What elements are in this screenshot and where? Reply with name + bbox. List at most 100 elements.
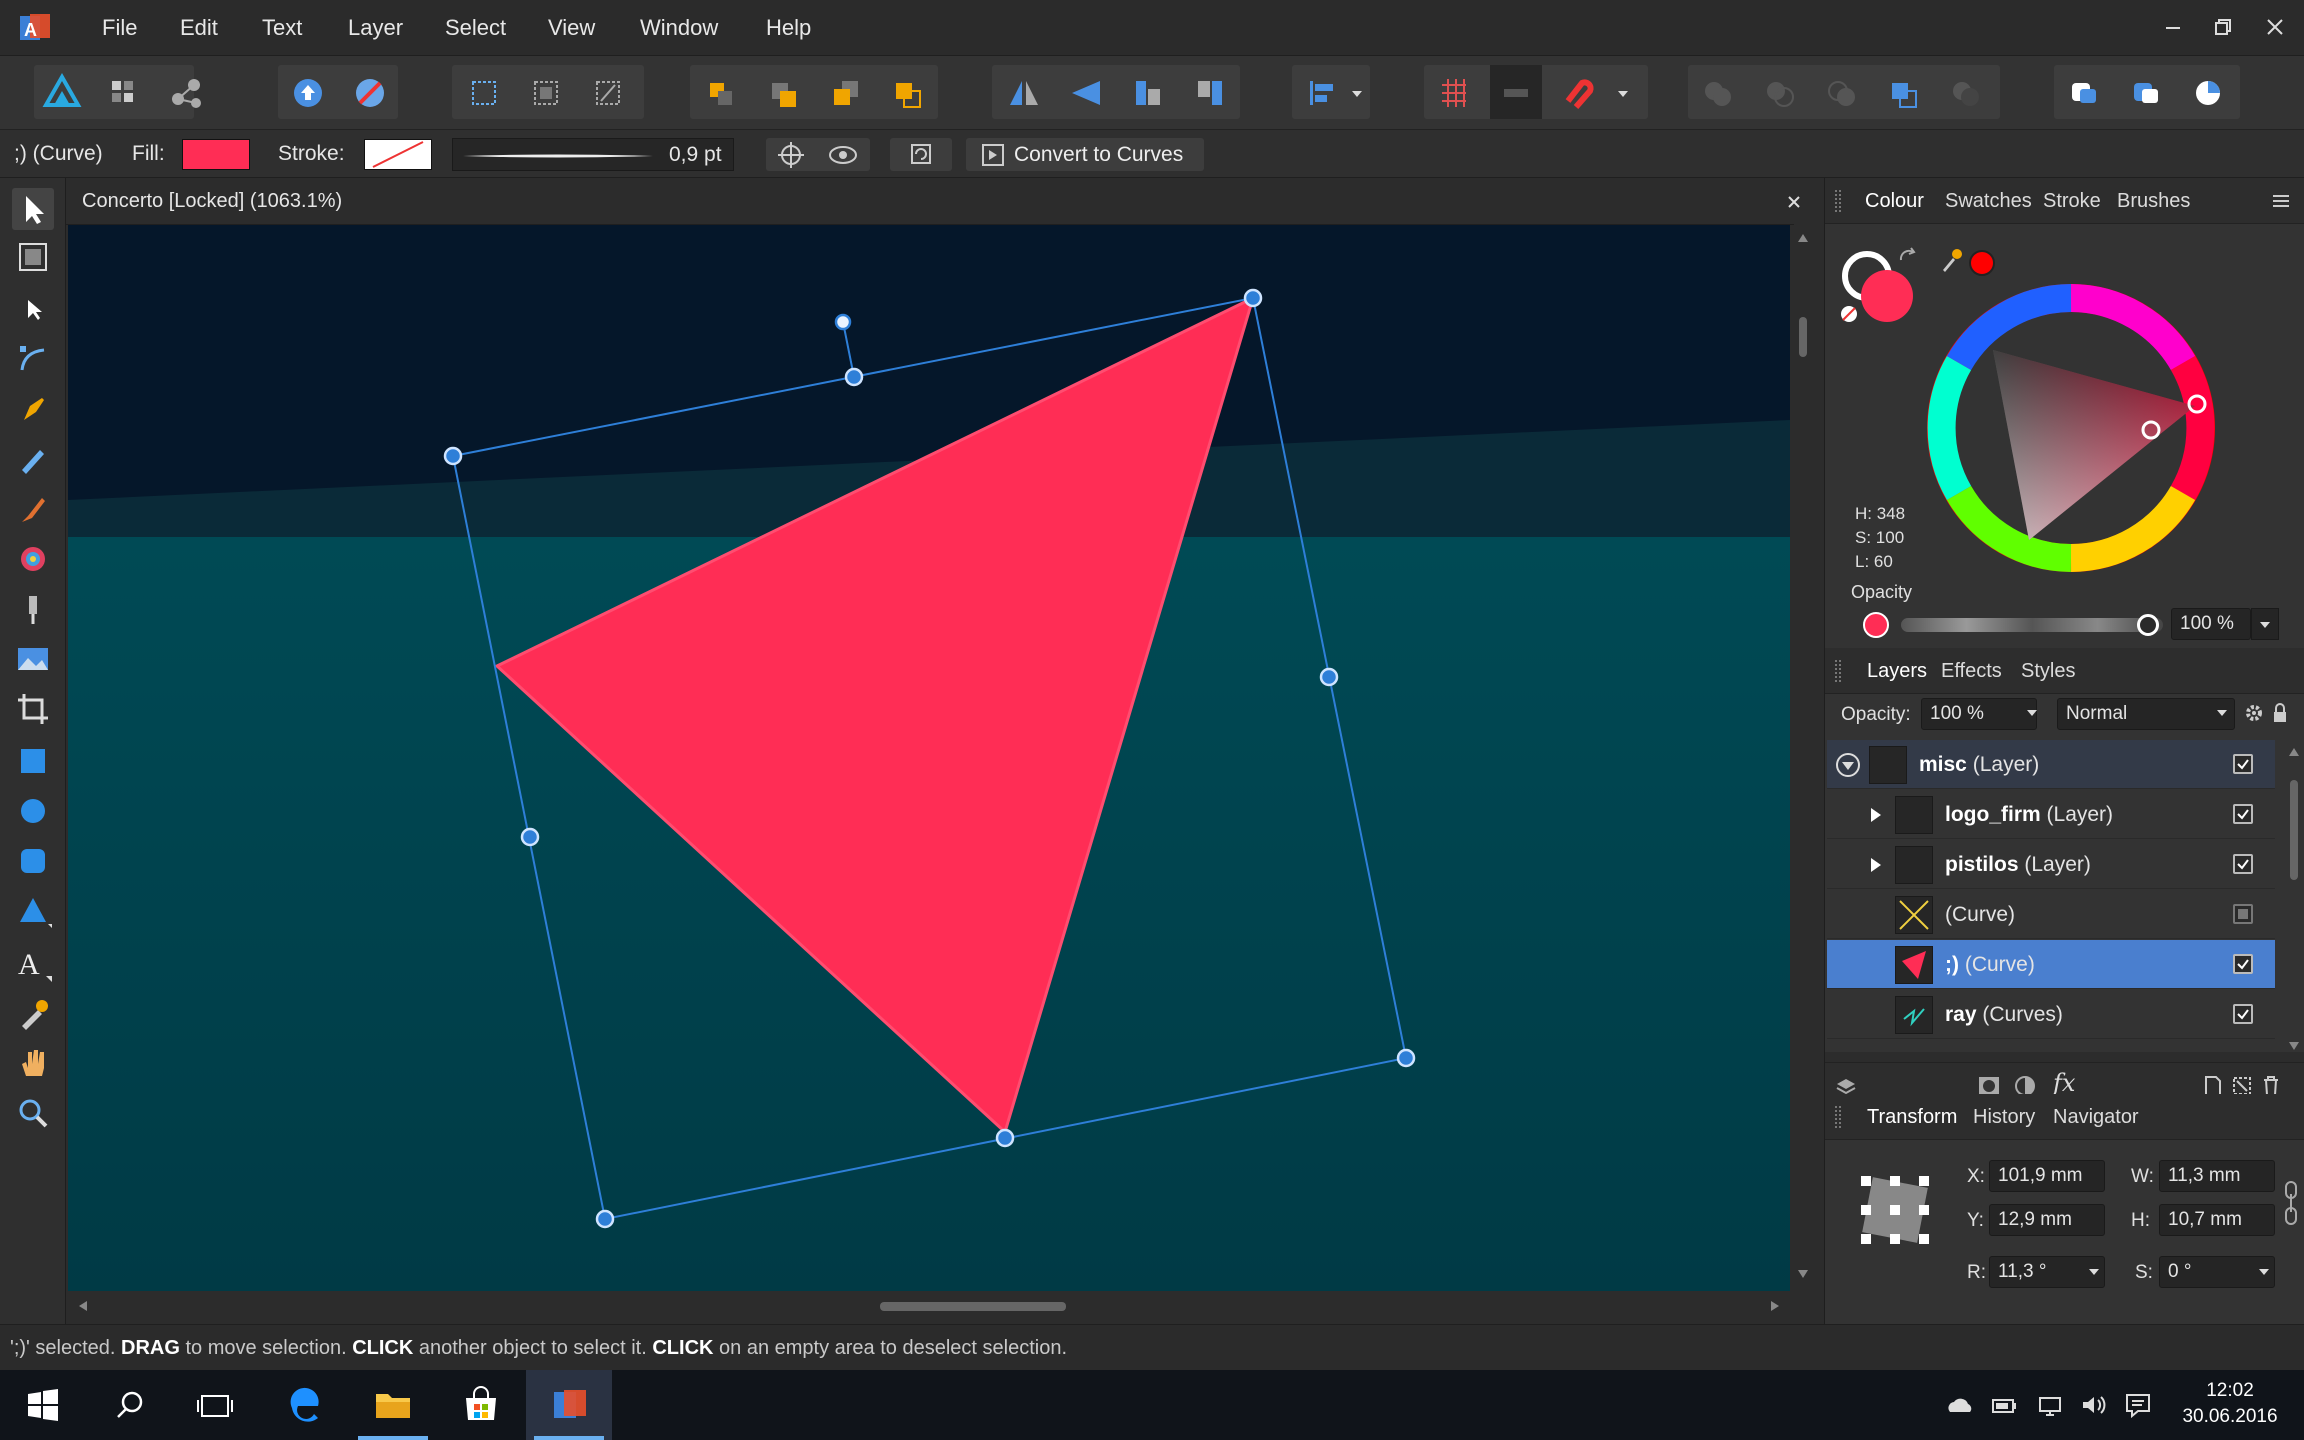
- layer-visibility-checkbox[interactable]: [2233, 954, 2253, 974]
- snapping-dropdown-icon[interactable]: [1616, 86, 1630, 100]
- move-back-icon[interactable]: [758, 65, 810, 119]
- w-field[interactable]: 11,3 mm: [2159, 1160, 2275, 1192]
- handle-bottom-left[interactable]: [595, 1209, 615, 1229]
- select-outline-icon[interactable]: [520, 65, 572, 119]
- menu-view[interactable]: View: [548, 0, 595, 56]
- color-picker-tool-icon[interactable]: [12, 992, 54, 1034]
- colour-wheel[interactable]: [1925, 282, 2217, 574]
- move-to-back-icon[interactable]: [696, 65, 748, 119]
- layer-visibility-checkbox[interactable]: [2233, 754, 2253, 774]
- tab-transform[interactable]: Transform: [1867, 1094, 1957, 1140]
- expand-layer-icon[interactable]: [1867, 856, 1885, 874]
- panel-grip-icon[interactable]: [1835, 1106, 1841, 1128]
- swap-colors-icon[interactable]: [1897, 246, 1917, 266]
- pen-tool-icon[interactable]: [12, 388, 54, 430]
- layer-row-curve[interactable]: (Curve): [1827, 890, 2275, 939]
- blend-mode-select[interactable]: Normal: [2057, 698, 2235, 730]
- minimize-icon[interactable]: [2160, 14, 2186, 40]
- menu-window[interactable]: Window: [640, 0, 718, 56]
- handle-middle-right[interactable]: [1319, 667, 1339, 687]
- handle-top-right[interactable]: [1243, 288, 1263, 308]
- stroke-swatch[interactable]: [364, 139, 432, 170]
- insert-behind-icon[interactable]: [2058, 65, 2110, 119]
- stroke-width-field[interactable]: 0,9 pt: [452, 138, 734, 171]
- volume-icon[interactable]: [2080, 1392, 2108, 1418]
- y-field[interactable]: 12,9 mm: [1989, 1204, 2105, 1236]
- node-tool-icon[interactable]: [12, 288, 54, 330]
- h-field[interactable]: 10,7 mm: [2159, 1204, 2275, 1236]
- menu-text[interactable]: Text: [262, 0, 302, 56]
- file-explorer-icon[interactable]: [350, 1370, 436, 1440]
- crosshair-icon[interactable]: [774, 140, 808, 170]
- collapse-layer-icon[interactable]: [1835, 752, 1861, 778]
- horizontal-scroll-thumb[interactable]: [880, 1302, 1066, 1311]
- panel-menu-icon[interactable]: [2271, 192, 2291, 210]
- blend-mode-dropdown-icon[interactable]: [2215, 706, 2229, 720]
- horizontal-scrollbar[interactable]: [68, 1291, 1790, 1321]
- place-image-tool-icon[interactable]: [12, 638, 54, 680]
- menu-edit[interactable]: Edit: [180, 0, 218, 56]
- insert-top-icon[interactable]: [2182, 65, 2234, 119]
- rounded-rectangle-tool-icon[interactable]: [12, 840, 54, 882]
- convert-to-curves-button[interactable]: Convert to Curves: [966, 138, 1204, 171]
- select-transform-icon[interactable]: [582, 65, 634, 119]
- menu-select[interactable]: Select: [445, 0, 506, 56]
- boolean-divide-icon[interactable]: [1940, 65, 1992, 119]
- layer-row-selected-curve[interactable]: ;) (Curve): [1827, 940, 2275, 989]
- onedrive-icon[interactable]: [1946, 1392, 1974, 1418]
- link-aspect-icon[interactable]: [2283, 1178, 2299, 1228]
- pencil-tool-icon[interactable]: [12, 438, 54, 480]
- boolean-xor-icon[interactable]: [1878, 65, 1930, 119]
- panel-grip-icon[interactable]: [1835, 190, 1841, 212]
- hand-tool-icon[interactable]: [12, 1042, 54, 1084]
- eyedropper-icon[interactable]: [1939, 248, 1963, 272]
- snapping-magnet-icon[interactable]: [1552, 65, 1604, 119]
- boolean-add-icon[interactable]: [1692, 65, 1744, 119]
- network-icon[interactable]: [2036, 1392, 2064, 1418]
- layer-visibility-checkbox[interactable]: [2233, 1004, 2253, 1024]
- layer-row-ray[interactable]: ray (Curves): [1827, 990, 2275, 1039]
- upload-icon[interactable]: [282, 65, 334, 119]
- menu-help[interactable]: Help: [766, 0, 811, 56]
- export-persona-icon[interactable]: [160, 65, 212, 119]
- handle-bottom-right[interactable]: [1396, 1048, 1416, 1068]
- opacity-slider-knob[interactable]: [2137, 614, 2159, 636]
- tab-stroke[interactable]: Stroke: [2043, 178, 2101, 224]
- reset-transform-button[interactable]: [890, 138, 952, 171]
- opacity-dropdown-icon[interactable]: [2251, 608, 2279, 640]
- ellipse-tool-icon[interactable]: [12, 790, 54, 832]
- no-sync-icon[interactable]: [344, 65, 396, 119]
- layer-settings-gear-icon[interactable]: [2243, 702, 2265, 724]
- pixel-persona-icon[interactable]: [98, 65, 150, 119]
- windows-start-icon[interactable]: [0, 1370, 86, 1440]
- vertical-scrollbar[interactable]: [1790, 225, 1816, 1291]
- handle-middle-left[interactable]: [520, 827, 540, 847]
- tab-history[interactable]: History: [1973, 1094, 2035, 1140]
- canvas[interactable]: [68, 225, 1790, 1291]
- anchor-point-selector[interactable]: [1853, 1168, 1937, 1252]
- store-icon[interactable]: [438, 1370, 524, 1440]
- panel-grip-icon[interactable]: [1835, 660, 1841, 682]
- layer-visibility-checkbox[interactable]: [2233, 904, 2253, 924]
- crop-tool-icon[interactable]: [12, 688, 54, 730]
- tab-navigator[interactable]: Navigator: [2053, 1094, 2139, 1140]
- vertical-scroll-thumb[interactable]: [1799, 317, 1807, 357]
- close-document-icon[interactable]: [1784, 192, 1804, 212]
- x-field[interactable]: 101,9 mm: [1989, 1160, 2105, 1192]
- guides-icon[interactable]: [1490, 65, 1542, 119]
- select-bounds-icon[interactable]: [458, 65, 510, 119]
- affinity-designer-taskbar-icon[interactable]: [526, 1370, 612, 1440]
- handle-top-middle[interactable]: [844, 367, 864, 387]
- text-tool-icon[interactable]: A: [12, 942, 54, 984]
- menu-file[interactable]: File: [102, 0, 137, 56]
- expand-layer-icon[interactable]: [1867, 806, 1885, 824]
- menu-layer[interactable]: Layer: [348, 0, 403, 56]
- opacity-color-swatch[interactable]: [1863, 612, 1889, 638]
- layer-visibility-checkbox[interactable]: [2233, 804, 2253, 824]
- tab-effects[interactable]: Effects: [1941, 648, 2002, 694]
- tab-brushes[interactable]: Brushes: [2117, 178, 2190, 224]
- rotate-right-icon[interactable]: [1184, 65, 1236, 119]
- align-dropdown-icon[interactable]: [1350, 86, 1364, 100]
- zoom-tool-icon[interactable]: [12, 1092, 54, 1134]
- designer-persona-icon[interactable]: [36, 65, 88, 119]
